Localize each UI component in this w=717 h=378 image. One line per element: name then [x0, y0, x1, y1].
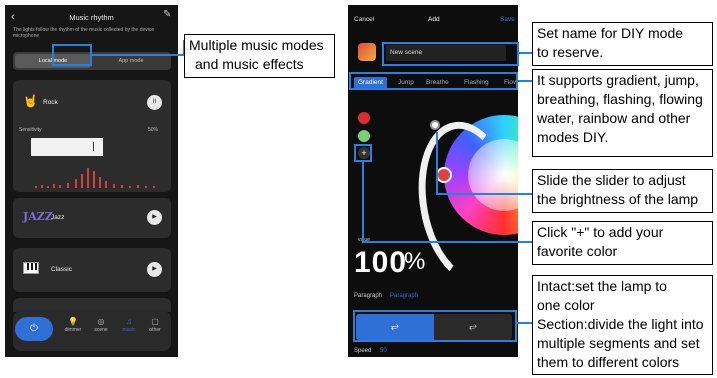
other-icon: ▢	[151, 317, 159, 326]
music-card-label: Classic	[51, 266, 72, 273]
paragraph-label: Paragraph	[354, 293, 383, 299]
callout-line: Click "+" to add your	[537, 224, 664, 240]
sensitivity-value: 50%	[148, 127, 159, 133]
callout-connector	[362, 241, 533, 243]
brightness-value: 100	[354, 246, 408, 279]
callout-music-modes: Multiple music modes and music effects	[184, 34, 335, 78]
callout-line: them to different colors	[537, 354, 680, 370]
bulb-icon: 💡	[68, 317, 78, 326]
scene-icon: ◎	[97, 317, 105, 326]
callout-line: the brightness of the lamp	[537, 191, 699, 207]
callout-line: It supports gradient, jump,	[537, 72, 699, 88]
callout-line: and music effects	[195, 56, 304, 72]
nav-label: music	[122, 327, 136, 333]
edit-icon[interactable]: ✎	[163, 9, 171, 20]
callout-connector	[519, 52, 533, 54]
play-button[interactable]: ▶	[147, 262, 162, 277]
callout-set-name: Set name for DIY mode to reserve.	[532, 22, 713, 66]
music-card-label: Jazz	[51, 214, 65, 221]
callout-modes-diy: It supports gradient, jump, breathing, f…	[532, 69, 713, 157]
callout-connector	[362, 162, 364, 242]
hand-icon: 🤘	[23, 94, 38, 108]
music-card-rock[interactable]: 🤘 Rock II Sensitivity 50%	[13, 80, 171, 192]
callout-connector	[517, 322, 533, 324]
equalizer-bars	[33, 160, 163, 188]
page-title: Add	[428, 16, 440, 23]
callout-line: one color	[537, 297, 595, 313]
callout-connector	[436, 132, 438, 194]
music-card-jazz[interactable]: JAZZ Jazz ▶	[13, 198, 171, 238]
page-description: The lights follow the rhythm of the musi…	[13, 27, 155, 39]
music-card-partial	[13, 298, 171, 312]
highlight-scene-name	[382, 42, 519, 66]
callout-add-color: Click "+" to add your favorite color	[532, 221, 713, 265]
callout-line: water, rainbow and other	[537, 110, 691, 126]
nav-item-dimmer[interactable]: 💡 dimmer	[61, 317, 85, 333]
music-icon: ♫	[126, 317, 132, 326]
nav-label: scene	[94, 327, 108, 333]
play-button[interactable]: ▶	[147, 210, 162, 225]
sensitivity-label: Sensitivity	[19, 127, 42, 133]
highlight-mode-tabs	[349, 72, 518, 90]
callout-slider: Slide the slider to adjust the brightnes…	[532, 169, 713, 213]
piano-icon	[23, 262, 39, 274]
callout-line: modes DIY.	[537, 129, 609, 145]
pause-button[interactable]: II	[147, 95, 162, 110]
callout-connector	[518, 80, 532, 82]
highlight-paragraph-mode	[353, 310, 517, 342]
callout-line: breathing, flashing, flowing	[537, 91, 703, 107]
highlight-local-mode	[52, 44, 92, 66]
sensitivity-slider-handle[interactable]	[93, 142, 94, 151]
save-button[interactable]: Save	[500, 16, 515, 23]
cancel-button[interactable]: Cancel	[354, 16, 374, 23]
power-button[interactable]: ⏻	[15, 317, 53, 341]
callout-intact-section: Intact:set the lamp to one color Section…	[532, 275, 713, 375]
callout-line: to reserve.	[537, 44, 604, 60]
nav-label: dimmer	[64, 327, 82, 333]
callout-line: favorite color	[537, 243, 618, 259]
page-title: Music rhythm	[69, 13, 114, 22]
nav-item-scene[interactable]: ◎ scene	[89, 317, 113, 333]
callout-line: Set name for DIY mode	[537, 25, 684, 41]
paragraph-value: Paragraph	[390, 293, 419, 299]
nav-item-other[interactable]: ▢ other	[143, 317, 167, 333]
color-dot-red[interactable]	[358, 112, 370, 124]
callout-line: Intact:set the lamp to	[537, 278, 667, 294]
brightness-percent: %	[404, 248, 426, 275]
nav-item-music[interactable]: ♫ music	[117, 317, 141, 333]
callout-line: Multiple music modes	[189, 37, 324, 53]
speed-value: 50	[380, 348, 387, 354]
callout-line: Section:divide the light into	[537, 316, 704, 332]
tab-app-mode[interactable]: App mode	[93, 54, 169, 68]
callout-line: multiple segments and set	[537, 335, 700, 351]
music-card-classic[interactable]: Classic ▶	[13, 248, 171, 292]
callout-line: Slide the slider to adjust	[537, 172, 686, 188]
highlight-add-button	[354, 144, 372, 162]
brightness-handle[interactable]	[430, 120, 440, 130]
nav-label: other	[149, 327, 161, 333]
callout-connector	[436, 193, 533, 195]
jazz-logo: JAZZ	[23, 210, 53, 223]
callout-connector	[92, 54, 184, 56]
scene-preview-swatch	[358, 43, 376, 61]
music-card-label: Rock	[43, 99, 58, 106]
color-dot-green[interactable]	[358, 130, 370, 142]
speed-label: Speed	[354, 348, 372, 354]
